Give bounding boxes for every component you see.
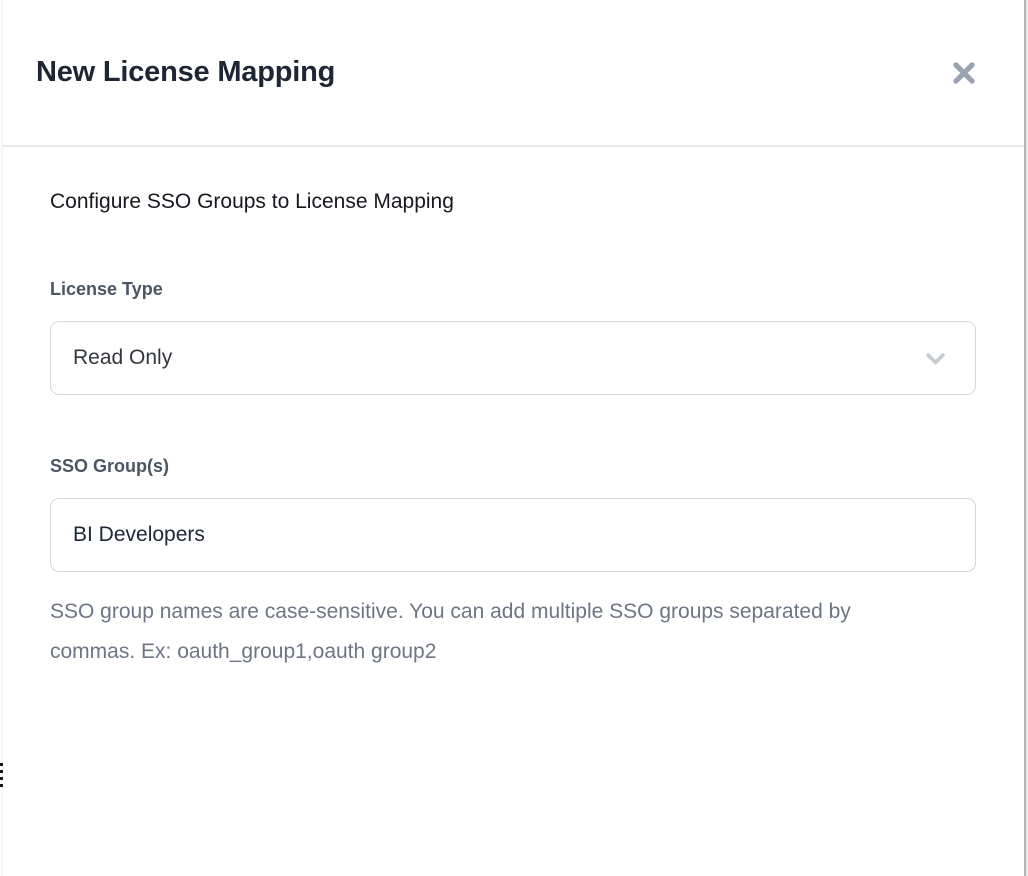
page-edge-list-icon — [0, 763, 3, 766]
modal-body: Configure SSO Groups to License Mapping … — [3, 187, 1024, 672]
sso-groups-label: SSO Group(s) — [50, 455, 976, 477]
sso-groups-input[interactable] — [50, 498, 976, 572]
modal-header: New License Mapping — [3, 0, 1024, 147]
license-type-label: License Type — [50, 278, 976, 300]
close-icon — [950, 59, 978, 87]
section-heading: Configure SSO Groups to License Mapping — [50, 187, 976, 217]
sso-groups-help-text: SSO group names are case-sensitive. You … — [50, 592, 880, 672]
page-edge-list-icon — [0, 770, 3, 773]
modal-title: New License Mapping — [36, 56, 335, 89]
new-license-mapping-modal: New License Mapping Configure SSO Groups… — [3, 0, 1024, 876]
chevron-down-icon — [922, 345, 949, 372]
license-type-select[interactable]: Read Only — [50, 321, 976, 395]
license-type-selected-value: Read Only — [73, 346, 172, 370]
page-edge-list-icon — [0, 777, 3, 780]
page-right-edge — [1024, 0, 1028, 876]
page-edge-list-icon — [0, 784, 3, 787]
close-button[interactable] — [944, 53, 984, 93]
page-left-edge — [0, 0, 3, 876]
